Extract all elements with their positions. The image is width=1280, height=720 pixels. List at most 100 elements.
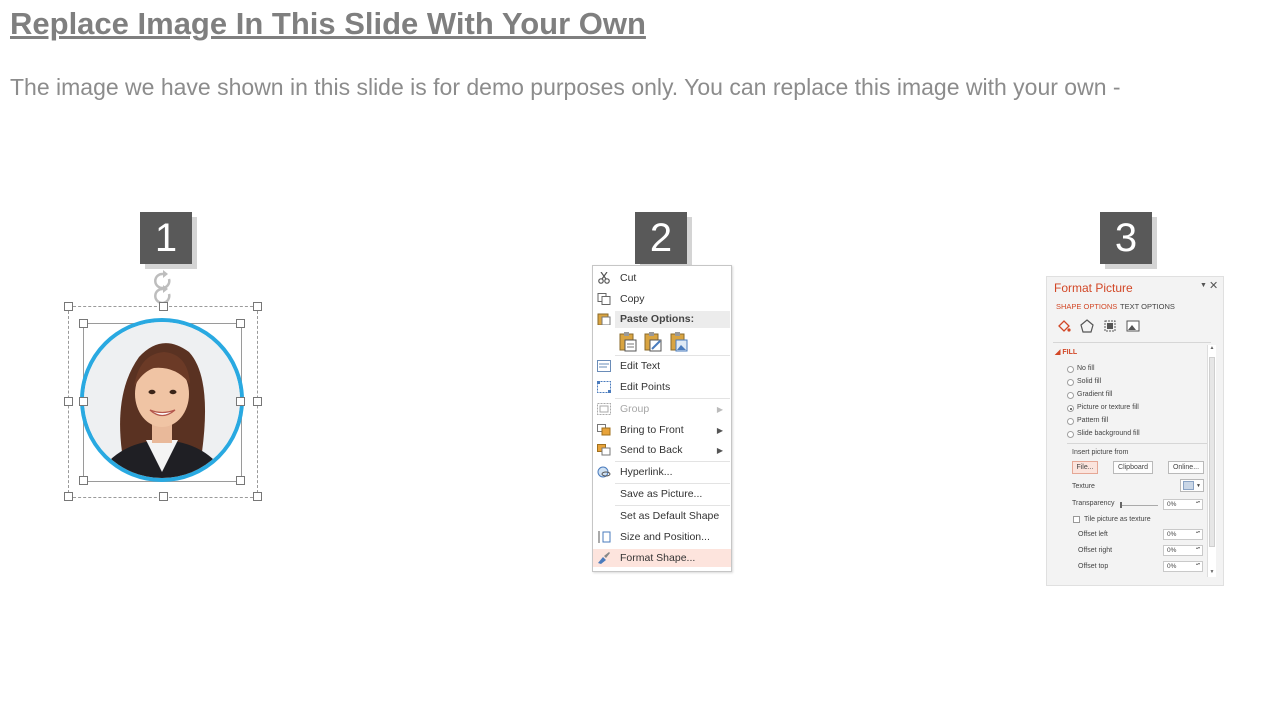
menu-item-format-shape[interactable]: Format Shape...: [593, 549, 731, 567]
tab-shape-options[interactable]: SHAPE OPTIONS: [1056, 302, 1117, 311]
paste-destination-theme-icon[interactable]: [644, 332, 662, 352]
menu-separator: [615, 461, 730, 462]
bring-to-front-icon: [597, 424, 611, 436]
resize-handle[interactable]: [253, 492, 262, 501]
resize-handle[interactable]: [64, 492, 73, 501]
close-icon[interactable]: ✕: [1209, 279, 1218, 292]
radio-no-fill[interactable]: [1067, 366, 1074, 373]
radio-label: Slide background fill: [1077, 430, 1140, 437]
chevron-down-icon: ▼: [1196, 482, 1201, 489]
resize-handle[interactable]: [253, 302, 262, 311]
paste-picture-icon[interactable]: [670, 332, 688, 352]
effects-icon[interactable]: [1080, 319, 1094, 333]
scissors-icon: [598, 272, 610, 284]
texture-dropdown[interactable]: ▼: [1180, 479, 1204, 492]
hyperlink-icon: [597, 466, 611, 478]
menu-item-bring-to-front[interactable]: Bring to Front ▶: [593, 421, 731, 439]
texture-label: Texture: [1072, 483, 1095, 490]
radio-label: Picture or texture fill: [1077, 404, 1139, 411]
pane-title: Format Picture: [1054, 281, 1133, 295]
transparency-slider[interactable]: [1120, 505, 1158, 506]
menu-item-send-to-back[interactable]: Send to Back ▶: [593, 441, 731, 459]
resize-handle[interactable]: [159, 302, 168, 311]
woman-portrait-icon: [84, 322, 240, 478]
clipboard-button[interactable]: Clipboard: [1113, 461, 1153, 474]
submenu-arrow-icon: ▶: [716, 445, 723, 455]
resize-handle[interactable]: [79, 319, 88, 328]
pane-options-dropdown-icon[interactable]: ▼: [1200, 282, 1207, 289]
menu-item-label: Set as Default Shape: [620, 510, 720, 522]
circular-photo[interactable]: [80, 318, 244, 482]
menu-separator: [615, 483, 730, 484]
resize-handle[interactable]: [253, 397, 262, 406]
fill-section-header[interactable]: ◢ FILL: [1055, 348, 1077, 356]
size-and-position-icon: [598, 531, 611, 543]
offset-left-label: Offset left: [1078, 531, 1108, 538]
radio-pattern-fill[interactable]: [1067, 418, 1074, 425]
section-divider: [1067, 443, 1207, 444]
tab-text-options[interactable]: TEXT OPTIONS: [1120, 302, 1175, 311]
size-properties-icon[interactable]: [1103, 319, 1117, 333]
step-badge-3: 3: [1100, 212, 1152, 264]
offset-top-input[interactable]: 0%: [1163, 561, 1203, 572]
submenu-arrow-icon: ▶: [716, 425, 723, 435]
fill-line-icon[interactable]: [1057, 319, 1071, 333]
resize-handle[interactable]: [79, 476, 88, 485]
paste-keep-formatting-icon[interactable]: [619, 332, 637, 352]
offset-right-input[interactable]: 0%: [1163, 545, 1203, 556]
pane-scrollbar[interactable]: ▲ ▼: [1207, 345, 1216, 577]
radio-picture-texture-fill[interactable]: [1067, 405, 1074, 412]
tile-label: Tile picture as texture: [1084, 516, 1151, 523]
tile-checkbox[interactable]: [1073, 516, 1080, 523]
radio-gradient-fill[interactable]: [1067, 392, 1074, 399]
radio-solid-fill[interactable]: [1067, 379, 1074, 386]
online-button[interactable]: Online...: [1168, 461, 1204, 474]
menu-item-cut[interactable]: Cut: [593, 269, 731, 287]
resize-handle[interactable]: [236, 476, 245, 485]
scroll-up-icon[interactable]: ▲: [1208, 345, 1216, 351]
offset-left-input[interactable]: 0%: [1163, 529, 1203, 540]
paste-options-label: Paste Options:: [620, 313, 695, 325]
radio-label: No fill: [1077, 365, 1095, 372]
menu-item-save-as-picture[interactable]: Save as Picture...: [593, 485, 731, 503]
resize-handle[interactable]: [159, 492, 168, 501]
menu-item-copy[interactable]: Copy: [593, 290, 731, 308]
menu-item-set-default-shape[interactable]: Set as Default Shape: [593, 507, 731, 525]
fill-section-label: FILL: [1062, 349, 1078, 356]
scroll-down-icon[interactable]: ▼: [1208, 569, 1216, 575]
resize-handle[interactable]: [64, 397, 73, 406]
slide-subtitle: The image we have shown in this slide is…: [10, 74, 1121, 100]
picture-icon[interactable]: [1126, 319, 1140, 333]
resize-handle[interactable]: [236, 319, 245, 328]
tab-divider: [1053, 342, 1211, 343]
resize-handle[interactable]: [64, 302, 73, 311]
menu-item-hyperlink[interactable]: Hyperlink...: [593, 463, 731, 481]
menu-item-group[interactable]: Group ▶: [593, 400, 731, 418]
menu-item-label: Bring to Front: [620, 424, 684, 436]
slider-thumb[interactable]: [1120, 502, 1122, 508]
menu-item-label: Size and Position...: [620, 531, 710, 543]
menu-item-edit-points[interactable]: Edit Points: [593, 378, 731, 396]
submenu-arrow-icon: ▶: [716, 404, 723, 414]
resize-handle[interactable]: [79, 397, 88, 406]
radio-label: Pattern fill: [1077, 417, 1109, 424]
menu-item-label: Edit Points: [620, 381, 671, 393]
resize-handle[interactable]: [236, 397, 245, 406]
copy-icon: [597, 293, 611, 305]
file-button[interactable]: File...: [1072, 461, 1098, 474]
edit-text-icon: [597, 360, 611, 372]
transparency-label: Transparency: [1072, 500, 1115, 507]
radio-slide-background-fill[interactable]: [1067, 431, 1074, 438]
transparency-input[interactable]: 0%: [1163, 499, 1203, 510]
menu-item-label: Format Shape...: [620, 552, 696, 564]
menu-item-edit-text[interactable]: Edit Text: [593, 357, 731, 375]
menu-separator: [615, 355, 730, 356]
step-badge-2: 2: [635, 212, 687, 264]
menu-item-size-and-position[interactable]: Size and Position...: [593, 528, 731, 546]
scrollbar-thumb[interactable]: [1209, 357, 1215, 547]
rotate-handle-icon[interactable]: [151, 270, 175, 304]
radio-label: Solid fill: [1077, 378, 1102, 385]
menu-item-label: Send to Back: [620, 444, 683, 456]
menu-item-label: Edit Text: [620, 360, 661, 372]
step-badge-1: 1: [140, 212, 192, 264]
